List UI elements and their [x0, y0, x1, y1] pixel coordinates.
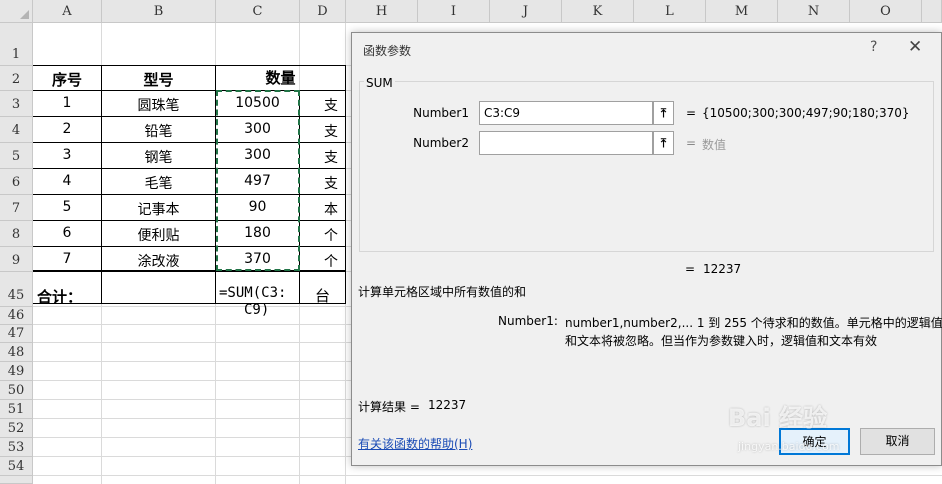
column-header-k[interactable]: K [562, 0, 634, 23]
row-header-6[interactable]: 6 [0, 169, 33, 195]
row-header-48[interactable]: 48 [0, 343, 33, 362]
formula-equals: = [685, 262, 696, 276]
cell-type[interactable]: 钢笔 [102, 147, 215, 167]
arg-help-text-1: number1,number2,... 1 到 255 个待求和的数值。单元格中… [565, 316, 942, 330]
row-header-5[interactable]: 5 [0, 143, 33, 169]
cell-seq[interactable]: 7 [33, 251, 101, 267]
header-qty: 数量 [265, 69, 296, 87]
cancel-button[interactable]: 取消 [860, 428, 935, 455]
column-header-o[interactable]: O [850, 0, 922, 23]
arg1-result: {10500;300;300;497;90;180;370} [702, 106, 910, 120]
column-header-l[interactable]: L [634, 0, 706, 23]
row-header-50[interactable]: 50 [0, 381, 33, 400]
column-header-j[interactable]: J [490, 0, 562, 23]
cell-seq[interactable]: 2 [33, 121, 101, 137]
column-header-a[interactable]: A [33, 0, 102, 23]
column-header-i[interactable]: I [418, 0, 490, 23]
row-header-4[interactable]: 4 [0, 117, 33, 143]
calc-result-label: 计算结果 = [358, 400, 420, 414]
row-header-2[interactable]: 2 [0, 66, 33, 91]
function-description: 计算单元格区域中所有数值的和 [358, 285, 527, 299]
cell-type[interactable]: 圆珠笔 [102, 95, 215, 115]
column-header-d[interactable]: D [300, 0, 346, 23]
row-header-1[interactable]: 1 [0, 23, 33, 66]
calc-result-value: 12237 [428, 398, 467, 412]
cell-seq[interactable]: 3 [33, 147, 101, 163]
function-help-link[interactable]: 有关该函数的帮助(H) [358, 435, 472, 452]
row-header-9[interactable]: 9 [0, 247, 33, 272]
column-header-b[interactable]: B [102, 0, 216, 23]
cell-type[interactable]: 记事本 [102, 199, 215, 219]
number1-input[interactable]: C3:C9 [479, 101, 653, 125]
cell-seq[interactable]: 5 [33, 199, 101, 215]
cell-type[interactable]: 涂改液 [102, 251, 215, 271]
cell-seq[interactable]: 6 [33, 225, 101, 241]
header-seq: 序号 [51, 71, 82, 89]
column-header-h[interactable]: H [346, 0, 418, 23]
cell-seq[interactable]: 1 [33, 95, 101, 111]
row-header-49[interactable]: 49 [0, 362, 33, 381]
arg-help-label: Number1: [498, 314, 558, 328]
arg2-result: 数值 [702, 138, 727, 152]
number2-input[interactable] [479, 131, 653, 155]
row-header-46[interactable]: 46 [0, 307, 33, 325]
arg1-equals: = [686, 106, 697, 120]
column-header-next[interactable] [922, 0, 942, 23]
total-unit[interactable]: 台 [300, 285, 345, 306]
range-select-icon: ⤒ [660, 106, 667, 120]
dialog-title: 函数参数 [363, 44, 412, 58]
row-header-7[interactable]: 7 [0, 195, 33, 221]
help-icon[interactable]: ? [870, 39, 877, 55]
close-icon[interactable]: ✕ [908, 37, 922, 57]
row-header-51[interactable]: 51 [0, 400, 33, 419]
cell-type[interactable]: 毛笔 [102, 173, 215, 193]
baidu-watermark-url: jingyan.baidu.com [738, 440, 840, 453]
cell-type[interactable]: 便利贴 [102, 225, 215, 245]
arg2-label: Number2 [413, 136, 469, 150]
formula-line-1: =SUM(C3: [219, 285, 287, 301]
function-arguments-dialog: 函数参数 ? ✕ SUM Number1 C3:C9 ⤒ = {10500;30… [351, 32, 942, 466]
row-header-3[interactable]: 3 [0, 91, 33, 117]
cell-type[interactable]: 铅笔 [102, 121, 215, 141]
row-header-47[interactable]: 47 [0, 325, 33, 343]
row-header-45[interactable]: 45 [0, 272, 33, 307]
function-name: SUM [364, 76, 395, 90]
row-header-next[interactable] [0, 476, 33, 484]
cell-seq[interactable]: 4 [33, 173, 101, 189]
row-header-54[interactable]: 54 [0, 457, 33, 476]
column-header-n[interactable]: N [778, 0, 850, 23]
selection-marquee [216, 90, 300, 271]
column-header-m[interactable]: M [706, 0, 778, 23]
arg1-label: Number1 [413, 106, 469, 120]
arg2-equals: = [686, 136, 697, 150]
total-label[interactable]: 合计： [37, 286, 82, 307]
column-header-c[interactable]: C [216, 0, 300, 23]
collapse-dialog-button-1[interactable]: ⤒ [653, 101, 674, 125]
formula-cell[interactable]: =SUM(C3: C9) [219, 285, 299, 319]
row-header-53[interactable]: 53 [0, 438, 33, 457]
header-type: 型号 [143, 71, 174, 89]
collapse-dialog-button-2[interactable]: ⤒ [653, 131, 674, 155]
arg-help-text-2: 和文本将被忽略。但当作为参数键入时，逻辑值和文本有效 [565, 334, 878, 348]
select-all-corner[interactable] [0, 0, 33, 23]
formula-line-2: C9) [244, 302, 270, 318]
baidu-watermark: Bai 经验 [728, 404, 828, 432]
row-header-8[interactable]: 8 [0, 221, 33, 247]
row-header-52[interactable]: 52 [0, 419, 33, 438]
range-select-icon: ⤒ [660, 136, 667, 150]
formula-result: 12237 [703, 262, 742, 276]
